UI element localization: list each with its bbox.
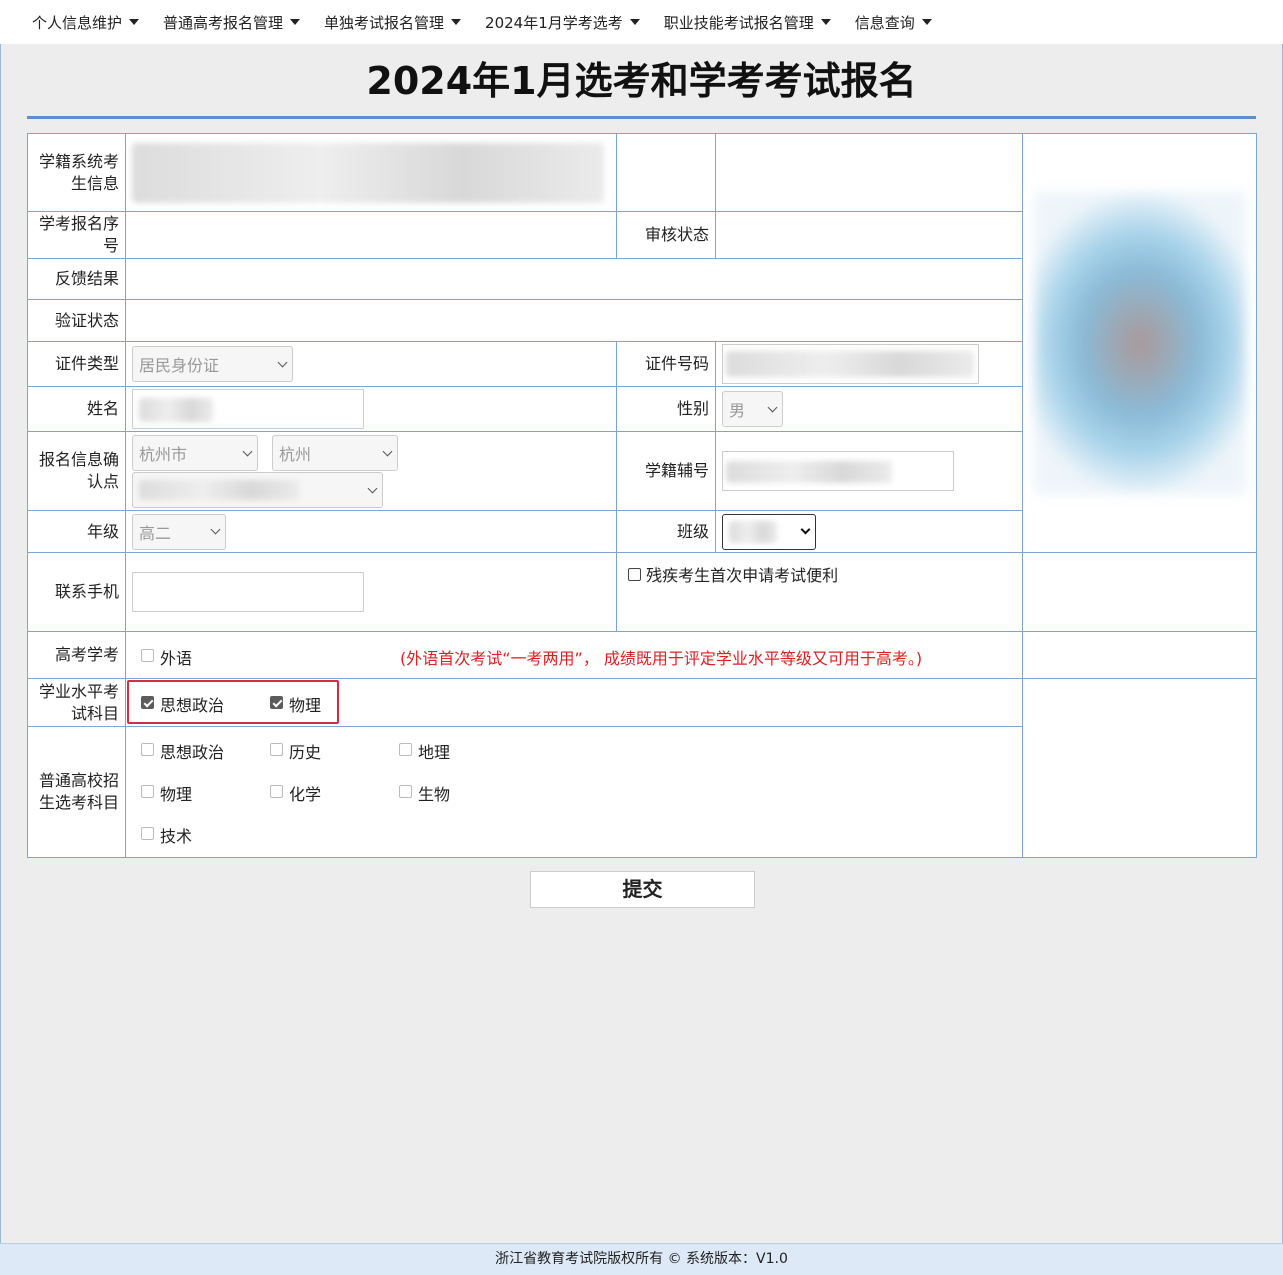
checked-checkbox-icon[interactable] [270,695,283,709]
nav-xuekao[interactable]: 2024年1月学考选考 [473,12,652,33]
phone-label: 联系手机 [27,552,126,632]
nav-single-exam[interactable]: 单独考试报名管理 [312,12,473,33]
xueye-subject-option[interactable]: 思想政治 [141,692,224,716]
redacted-info [132,142,604,203]
photo-cell [1022,133,1257,553]
top-navigation: 个人信息维护 普通高考报名管理 单独考试报名管理 2024年1月学考选考 职业技… [0,0,1283,44]
checkbox-icon[interactable] [141,742,154,756]
id-type-label: 证件类型 [27,341,126,387]
xueye-subject-option[interactable]: 物理 [270,692,321,716]
class-select[interactable] [722,513,816,550]
fankui-label: 反馈结果 [27,258,126,300]
gaokao-label: 高考学考 [27,631,126,679]
waiyu-checkbox[interactable] [141,648,154,662]
disabled-label: 残疾考生首次申请考试便利 [646,566,839,585]
chevron-down-icon [382,446,393,456]
school-select[interactable] [132,472,383,508]
xuankao-subject-option[interactable]: 历史 [270,739,321,763]
grade-select[interactable]: 高二 [132,513,226,550]
chevron-down-icon [767,402,778,412]
id-no-input[interactable] [722,344,979,384]
caret-down-icon [820,19,831,25]
confirm-label: 报名信息确认点 [27,431,126,511]
district-select[interactable]: 杭州 [272,435,398,471]
xuankao-subject-option[interactable]: 生物 [399,781,450,805]
gender-select[interactable]: 男 [722,391,783,427]
grade-label: 年级 [27,510,126,553]
waiyu-label: 外语 [160,649,193,668]
xueji-fuhao-label: 学籍辅号 [616,431,716,511]
footer: 浙江省教育考试院版权所有 © 系统版本：V1.0 [0,1243,1283,1275]
checkbox-icon[interactable] [270,742,283,756]
main-content: 2024年1月选考和学考考试报名 学籍系统考生信息 学考报名序号 审核状态 反馈… [0,44,1283,1243]
xuankao-subject-option[interactable]: 技术 [141,823,192,847]
yanzheng-label: 验证状态 [27,299,126,342]
caret-down-icon [921,19,932,25]
registration-form: 学籍系统考生信息 学考报名序号 审核状态 反馈结果 验证状态 证件类型 居民身份… [27,133,1257,858]
id-type-select[interactable]: 居民身份证 [132,346,293,382]
caret-down-icon [129,19,140,25]
xuankao-subject-option[interactable]: 物理 [141,781,192,805]
phone-input[interactable] [132,572,364,612]
xueji-info [125,133,617,212]
city-select[interactable]: 杭州市 [132,435,258,471]
baoming-no-label: 学考报名序号 [27,211,126,259]
submit-button[interactable]: 提交 [530,871,755,908]
nav-query[interactable]: 信息查询 [843,12,944,33]
nav-gaokao[interactable]: 普通高考报名管理 [151,12,312,33]
checked-checkbox-icon[interactable] [141,695,154,709]
xuankao-subject-option[interactable]: 化学 [270,781,321,805]
chevron-down-icon [210,524,221,535]
class-label: 班级 [616,510,716,553]
page-title: 2024年1月选考和学考考试报名 [366,59,917,103]
title-divider [27,116,1256,119]
student-photo [1033,192,1246,494]
chevron-down-icon [242,446,253,456]
disabled-checkbox[interactable] [628,568,641,581]
xuankao-subject-option[interactable]: 地理 [399,739,450,763]
xueye-label: 学业水平考试科目 [27,678,126,727]
shenhe-label: 审核状态 [616,211,716,259]
xuankao-label: 普通高校招生选考科目 [27,726,126,858]
chevron-down-icon [367,483,378,493]
nav-personal-info[interactable]: 个人信息维护 [20,12,151,33]
waiyu-note: (外语首次考试“一考两用”， 成绩既用于评定学业水平等级又可用于高考。) [400,649,923,668]
checkbox-icon[interactable] [141,784,154,798]
xueji-label: 学籍系统考生信息 [27,133,126,212]
checkbox-icon[interactable] [399,784,412,798]
checkbox-icon[interactable] [141,826,154,840]
caret-down-icon [290,19,301,25]
waiyu-option[interactable]: 外语 [141,645,192,669]
caret-down-icon [629,19,640,25]
xueji-fuhao-input[interactable] [722,451,954,491]
id-no-label: 证件号码 [616,341,716,387]
xuankao-subject-option[interactable]: 思想政治 [141,739,224,763]
gender-label: 性别 [616,386,716,432]
caret-down-icon [451,19,462,25]
checkbox-icon[interactable] [399,742,412,756]
name-label: 姓名 [27,386,126,432]
name-input[interactable] [132,389,364,429]
chevron-down-icon [800,524,811,535]
checkbox-icon[interactable] [270,784,283,798]
nav-vocational[interactable]: 职业技能考试报名管理 [652,12,843,33]
chevron-down-icon [277,357,288,367]
